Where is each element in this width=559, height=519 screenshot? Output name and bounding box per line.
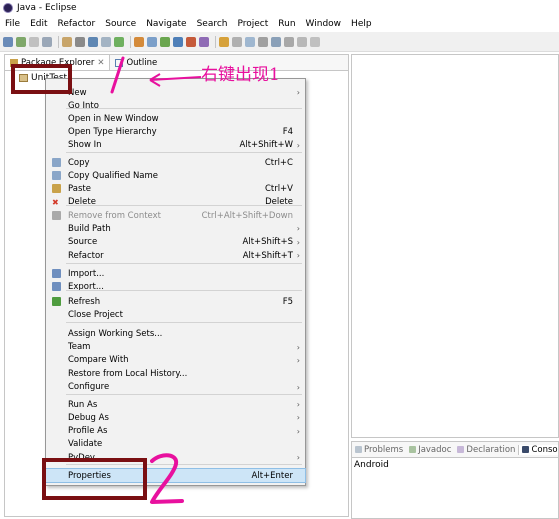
annotation-label: 右键出现1 [201, 65, 280, 85]
